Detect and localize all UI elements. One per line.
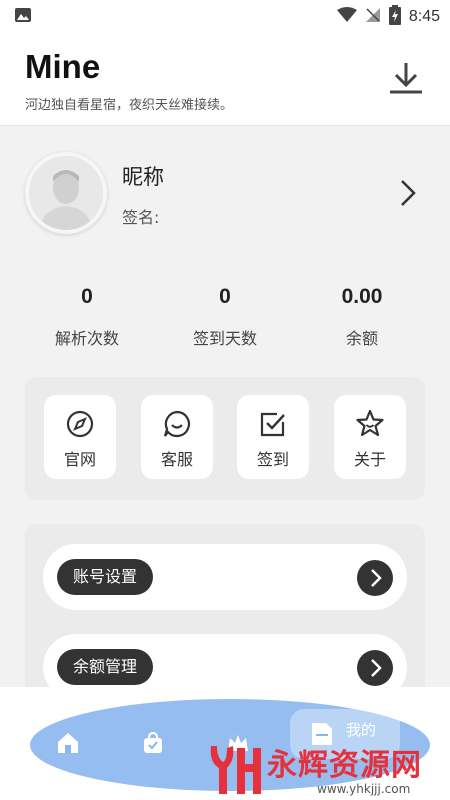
no-signal-icon: [365, 7, 381, 27]
stat-parse-count: 0 解析次数: [17, 285, 157, 349]
stat-label: 签到天数: [192, 329, 257, 348]
chevron-right-icon[interactable]: [357, 650, 393, 686]
chevron-right-icon[interactable]: [400, 179, 416, 211]
avatar[interactable]: [25, 152, 107, 234]
menu-item-account-settings[interactable]: 账号设置: [43, 544, 407, 610]
quick-actions-panel: 官网 客服 签到 关于: [25, 377, 425, 500]
home-icon[interactable]: [56, 731, 80, 759]
download-icon[interactable]: [388, 60, 424, 96]
quick-action-label: 关于: [353, 450, 386, 469]
chat-smile-icon: [163, 410, 191, 438]
official-site-button[interactable]: 官网: [44, 395, 116, 479]
star-icon: [356, 409, 384, 437]
quick-action-label: 官网: [63, 450, 96, 469]
wifi-icon: [336, 7, 357, 27]
watermark-logo: [210, 746, 261, 794]
stat-checkin-days: 0 签到天数: [155, 285, 295, 349]
stat-label: 余额: [345, 329, 378, 348]
about-button[interactable]: 关于: [334, 395, 406, 479]
check-in-button[interactable]: 签到: [237, 395, 309, 479]
quick-action-label: 客服: [160, 450, 193, 469]
stat-balance: 0.00 余额: [292, 285, 432, 349]
watermark-url: www.yhkjjj.com: [317, 782, 411, 796]
shopping-bag-icon[interactable]: [141, 731, 165, 759]
page-title: Mine: [25, 48, 101, 85]
settings-menu: 账号设置 余额管理: [25, 524, 425, 704]
chevron-right-icon[interactable]: [357, 560, 393, 596]
menu-item-label: 余额管理: [57, 649, 154, 685]
stats-row: 0 解析次数 0 签到天数 0.00 余额: [0, 285, 450, 355]
profile-section: 昵称 签名: 0 解析次数 0 签到天数 0.00 余额 官网 客服 签到 关于…: [0, 127, 450, 704]
stat-value: 0: [81, 285, 93, 308]
stat-label: 解析次数: [54, 329, 119, 348]
menu-item-label: 账号设置: [57, 559, 154, 595]
watermark: 永辉资源网 www.yhkjjj.com: [205, 740, 450, 800]
stat-value: 0.00: [341, 285, 383, 308]
status-bar: 8:45: [0, 0, 450, 32]
signature: 签名:: [122, 208, 160, 227]
nav-tab-mine-label: 我的: [346, 721, 377, 739]
checkbox-icon: [260, 412, 285, 437]
stat-value: 0: [219, 285, 231, 308]
gallery-icon: [14, 7, 32, 27]
customer-service-button[interactable]: 客服: [141, 395, 213, 479]
quick-action-label: 签到: [256, 450, 289, 469]
page-header: Mine 河边独自看星宿，夜织天丝难接续。: [0, 32, 450, 126]
clock-time: 8:45: [408, 8, 440, 25]
compass-icon: [66, 410, 94, 438]
page-subtitle: 河边独自看星宿，夜织天丝难接续。: [25, 98, 234, 113]
watermark-text: 永辉资源网: [267, 748, 422, 783]
nickname: 昵称: [122, 165, 164, 189]
battery-charging-icon: [388, 5, 401, 29]
